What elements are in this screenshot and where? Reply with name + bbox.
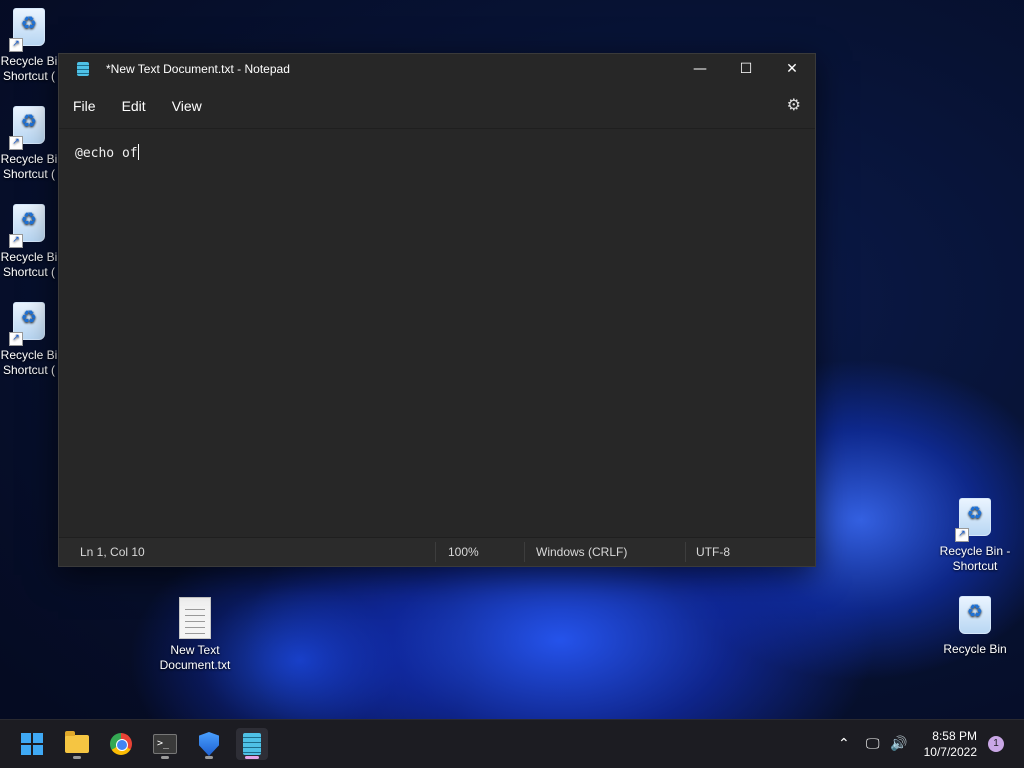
- desktop-icon-recycle-bin[interactable]: Recycle Bin: [936, 596, 1014, 657]
- desktop-icon-label: Recycle Bi: [0, 348, 58, 362]
- notification-badge[interactable]: 1: [988, 736, 1004, 752]
- network-icon: 🖵: [866, 736, 880, 752]
- title-bar[interactable]: *New Text Document.txt - Notepad — ☐ ✕: [59, 54, 815, 84]
- taskbar-chrome[interactable]: [105, 728, 137, 760]
- status-divider: [524, 542, 525, 562]
- close-button[interactable]: ✕: [769, 54, 815, 84]
- running-indicator: [73, 756, 81, 759]
- desktop-icon-recycle-bin-shortcut-3[interactable]: ↗ Recycle Bi Shortcut (: [0, 204, 64, 280]
- desktop-icon-label: Document.txt: [159, 658, 231, 672]
- desktop-icon-recycle-bin-shortcut[interactable]: ↗ Recycle Bin - Shortcut: [936, 498, 1014, 574]
- shield-icon: [199, 732, 219, 756]
- desktop-icon-recycle-bin-shortcut-1[interactable]: ↗ Recycle Bi Shortcut (: [0, 8, 64, 84]
- running-indicator: [161, 756, 169, 759]
- desktop-icon-label: Recycle Bi: [0, 152, 58, 166]
- status-zoom: 100%: [448, 545, 479, 559]
- clock-time: 8:58 PM: [932, 729, 977, 743]
- terminal-icon: >_: [153, 734, 177, 754]
- taskbar: >_ ⌃ 🖵 🔊 8:58 PM 10/7/2022 1: [0, 719, 1024, 768]
- maximize-button[interactable]: ☐: [723, 54, 769, 84]
- text-caret: [137, 144, 139, 160]
- text-file-icon: [179, 597, 211, 639]
- shortcut-arrow-icon: ↗: [9, 234, 23, 248]
- status-bar: Ln 1, Col 10 100% Windows (CRLF) UTF-8: [59, 537, 815, 566]
- volume-button[interactable]: 🔊: [890, 720, 907, 768]
- menu-view[interactable]: View: [162, 92, 212, 120]
- desktop-icon-new-text-document[interactable]: New Text Document.txt: [155, 597, 235, 673]
- minimize-button[interactable]: —: [677, 54, 723, 84]
- show-hidden-icons-button[interactable]: ⌃: [838, 720, 850, 768]
- running-indicator: [205, 756, 213, 759]
- chrome-icon: [110, 733, 132, 755]
- folder-icon: [65, 731, 89, 753]
- menu-edit[interactable]: Edit: [112, 92, 156, 120]
- taskbar-notepad[interactable]: [236, 728, 268, 760]
- network-button[interactable]: 🖵: [866, 720, 880, 768]
- desktop-icon-label: Shortcut (: [2, 265, 56, 279]
- notepad-icon: [243, 733, 261, 755]
- settings-gear-icon[interactable]: ⚙: [787, 95, 801, 114]
- desktop-icon-label: Recycle Bin: [943, 642, 1007, 656]
- shortcut-arrow-icon: ↗: [9, 332, 23, 346]
- desktop-icon-label: Shortcut (: [2, 69, 56, 83]
- shortcut-arrow-icon: ↗: [9, 136, 23, 150]
- desktop-icon-label: Recycle Bi: [0, 250, 58, 264]
- desktop-icon-recycle-bin-shortcut-4[interactable]: ↗ Recycle Bi Shortcut (: [0, 302, 64, 378]
- desktop-icon-label: Shortcut (: [2, 363, 56, 377]
- taskbar-file-explorer[interactable]: [61, 728, 93, 760]
- status-divider: [435, 542, 436, 562]
- clock-date: 10/7/2022: [923, 745, 977, 759]
- window-title: *New Text Document.txt - Notepad: [106, 62, 290, 76]
- status-divider: [685, 542, 686, 562]
- start-button[interactable]: [16, 728, 48, 760]
- desktop-icon-label: Recycle Bi: [0, 54, 58, 68]
- recycle-bin-icon: [959, 596, 991, 634]
- desktop-icon-label: Recycle Bin -: [939, 544, 1011, 558]
- menu-file[interactable]: File: [63, 92, 106, 120]
- clock[interactable]: 8:58 PM 10/7/2022: [924, 728, 977, 760]
- notepad-app-icon: [77, 62, 89, 76]
- shortcut-arrow-icon: ↗: [9, 38, 23, 52]
- taskbar-defender[interactable]: [193, 728, 225, 760]
- taskbar-terminal[interactable]: >_: [149, 728, 181, 760]
- desktop-icon-recycle-bin-shortcut-2[interactable]: ↗ Recycle Bi Shortcut (: [0, 106, 64, 182]
- desktop-icon-label: Shortcut (: [2, 167, 56, 181]
- volume-icon: 🔊: [890, 736, 908, 752]
- status-cursor-position: Ln 1, Col 10: [80, 545, 145, 559]
- chevron-up-icon: ⌃: [838, 736, 850, 752]
- notepad-window: *New Text Document.txt - Notepad — ☐ ✕ F…: [58, 53, 816, 567]
- menu-bar: File Edit View ⚙: [59, 84, 815, 128]
- desktop-icon-label: Shortcut: [952, 559, 998, 573]
- editor-content: @echo of: [75, 146, 138, 161]
- desktop-icon-label: New Text: [170, 643, 220, 657]
- shortcut-arrow-icon: ↗: [955, 528, 969, 542]
- text-editor[interactable]: @echo of: [59, 128, 815, 538]
- status-encoding: UTF-8: [696, 545, 730, 559]
- active-indicator: [245, 756, 259, 759]
- windows-logo-icon: [21, 733, 43, 755]
- status-line-ending: Windows (CRLF): [536, 545, 628, 559]
